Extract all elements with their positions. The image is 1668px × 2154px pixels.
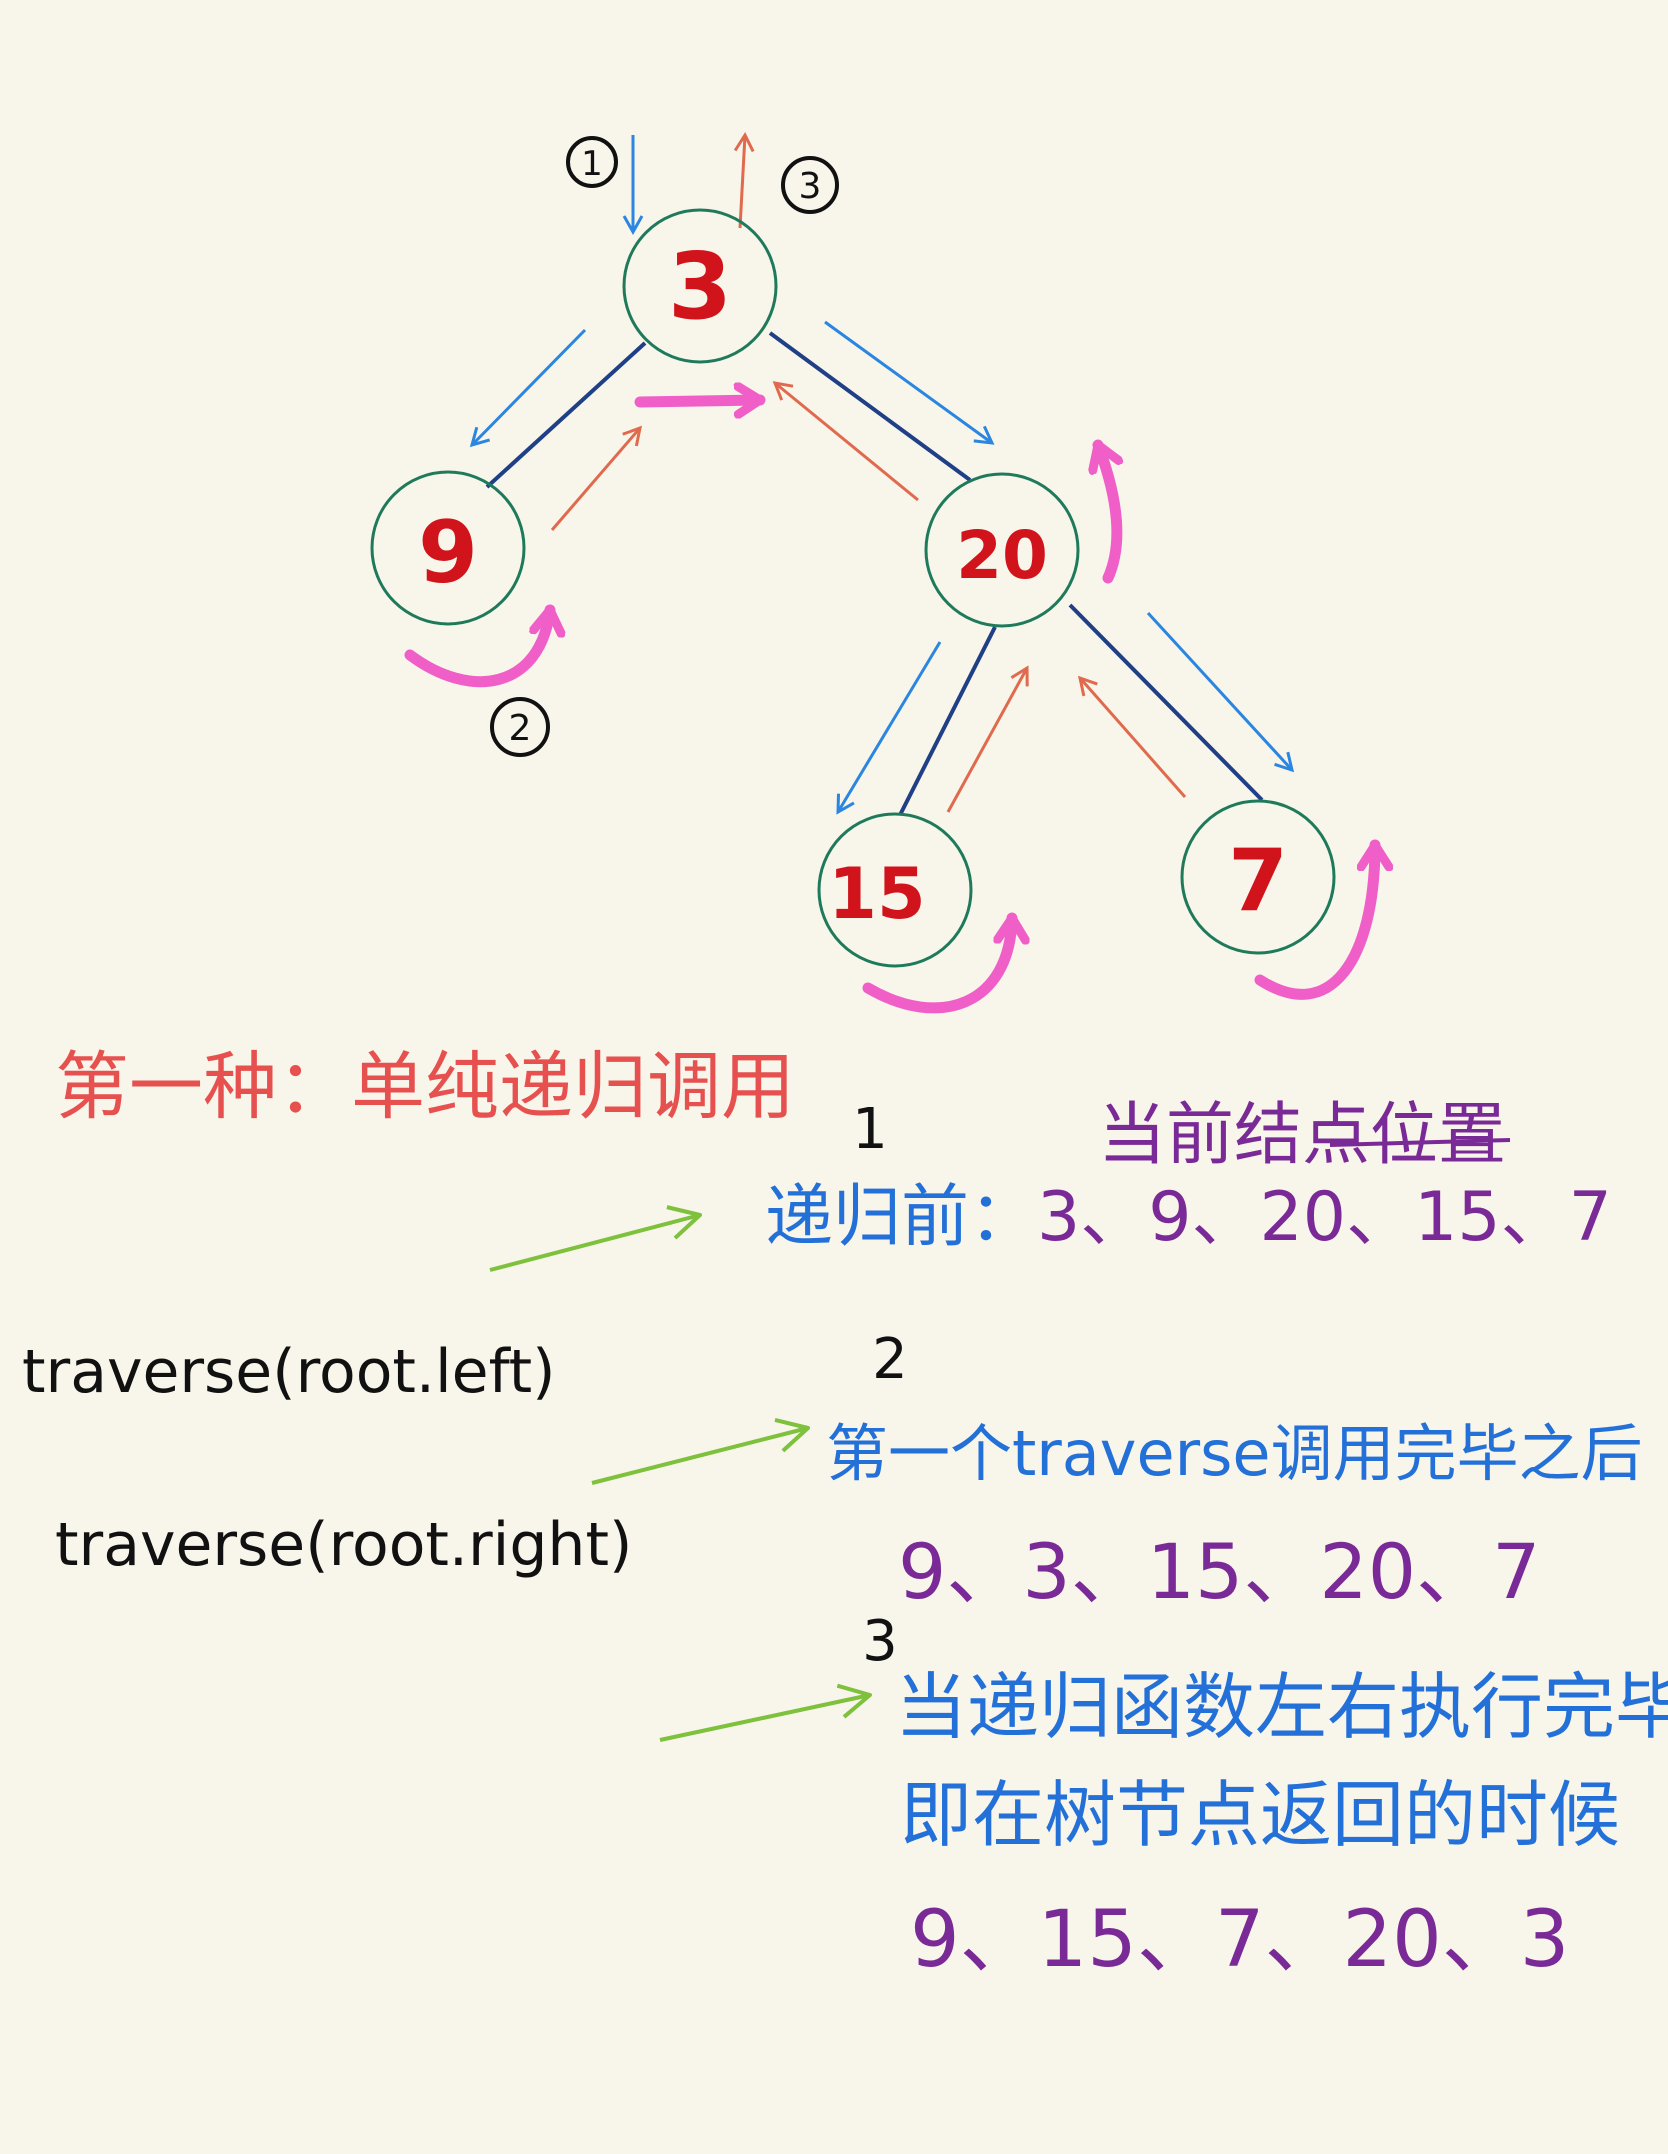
step-marker-3: 3	[781, 156, 839, 214]
edge-3-9	[485, 341, 647, 489]
descend-arrows	[469, 135, 1295, 815]
ascend-arrow-15-to-20	[946, 665, 1029, 813]
descend-arrow-3-to-20	[824, 320, 995, 445]
node-label-20: 20	[956, 517, 1048, 594]
node-label-3: 3	[668, 233, 732, 340]
post-order-label-line2: 即在树节点返回的时候	[900, 1773, 1620, 1857]
tree-node-20: 20	[924, 472, 1080, 628]
pointer-arrow-2	[591, 1417, 810, 1485]
num-3-label: 3	[862, 1609, 898, 1674]
pre-order-line: 递归前：3、9、20、15、7	[765, 1178, 1612, 1257]
node-label-15: 15	[828, 853, 925, 935]
step-marker-3-label: 3	[799, 166, 822, 207]
step-marker-1-label: 1	[581, 144, 603, 184]
post-order-values: 9、15、7、20、3	[910, 1895, 1569, 1985]
pointer-arrow-1	[489, 1205, 702, 1272]
node-label-9: 9	[418, 503, 478, 603]
descend-arrow-20-to-7	[1146, 611, 1295, 773]
current-node-label: 当前结点位置	[1098, 1096, 1506, 1175]
ascend-arrow-7-to-20	[1077, 675, 1187, 798]
descend-arrow-20-to-15	[836, 641, 942, 815]
pre-order-prefix: 递归前：	[765, 1178, 1037, 1257]
traversal-diagram: 3 9 20 15 7 1 3 2 第一种：单纯递归调用 当前结点位置 1 递归…	[22, 131, 1668, 1985]
step-marker-2: 2	[490, 697, 550, 757]
num-2: 2	[872, 1327, 908, 1392]
step-markers: 1 3 2	[490, 136, 839, 757]
call-right: traverse(root.right)	[55, 1510, 632, 1580]
ascend-arrow-out-of-root	[733, 131, 755, 229]
in-order-values: 9、3、15、20、7	[898, 1527, 1540, 1616]
in-order-label: 第一个traverse调用完毕之后	[826, 1417, 1643, 1490]
tree-node-3: 3	[622, 208, 778, 364]
tree-node-9: 9	[370, 470, 526, 626]
return-arrow-left-to-root	[634, 400, 766, 402]
ascend-arrows	[550, 131, 1187, 813]
tree-edges	[485, 331, 1264, 816]
pointer-arrows	[489, 1205, 872, 1742]
pre-order-values: 3、9、20、15、7	[1037, 1178, 1612, 1257]
step-marker-2-label: 2	[509, 708, 532, 749]
heading: 第一种：单纯递归调用	[55, 1044, 795, 1130]
tree-node-15: 15	[817, 812, 973, 968]
num-3: 3	[862, 1609, 898, 1674]
num-1: 1	[852, 1097, 888, 1162]
descend-arrow-3-to-9	[469, 328, 587, 448]
tree-node-7: 7	[1180, 799, 1336, 955]
num-2-label: 2	[872, 1327, 908, 1392]
call-left: traverse(root.left)	[22, 1337, 556, 1407]
tree-nodes: 3 9 20 15 7	[370, 208, 1336, 968]
post-order-label-line1: 当递归函数左右执行完毕	[895, 1665, 1668, 1749]
ascend-arrow-20-to-3	[772, 381, 919, 502]
pointer-arrow-3	[659, 1683, 872, 1742]
edge-20-15	[898, 626, 997, 816]
ascend-arrow-9-to-3	[550, 425, 642, 531]
node-label-7: 7	[1228, 831, 1288, 931]
step-marker-1: 1	[566, 136, 618, 188]
num-1-label: 1	[852, 1097, 888, 1162]
return-arrow-20	[1098, 439, 1117, 584]
